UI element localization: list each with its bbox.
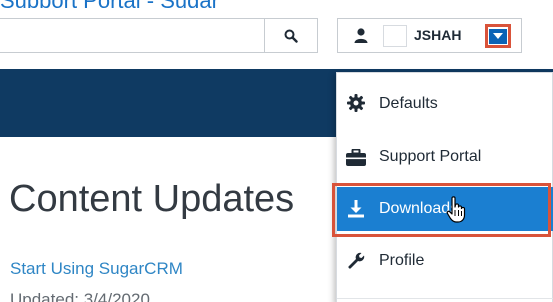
- menu-item-label: Defaults: [379, 95, 438, 112]
- page-title: Content Updates: [9, 178, 295, 220]
- gear-icon: [345, 93, 367, 113]
- user-dropdown-button[interactable]: [485, 24, 511, 48]
- avatar: [383, 25, 407, 47]
- menu-item-support-portal[interactable]: Support Portal: [337, 135, 553, 179]
- article-link[interactable]: Start Using SugarCRM: [10, 259, 183, 279]
- menu-item-defaults[interactable]: Defaults: [337, 82, 553, 126]
- menu-item-profile[interactable]: Profile: [337, 239, 553, 283]
- username: JSHAH: [414, 27, 462, 43]
- user-icon: [354, 28, 368, 43]
- updated-date: Updated: 3/4/2020: [10, 290, 150, 302]
- wrench-icon: [345, 251, 367, 271]
- search-icon: [284, 29, 298, 43]
- caret-down-icon: [493, 33, 503, 39]
- hand-cursor-icon: [446, 196, 466, 223]
- menu-divider: [337, 298, 553, 299]
- menu-item-label: Profile: [379, 252, 425, 269]
- top-link[interactable]: Support Portal - Sugar: [0, 0, 320, 8]
- user-menu-toggle[interactable]: JSHAH: [337, 18, 522, 53]
- menu-item-label: Support Portal: [379, 148, 482, 165]
- highlight-box: [332, 183, 551, 237]
- briefcase-icon: [345, 147, 367, 167]
- search-button[interactable]: [264, 18, 318, 53]
